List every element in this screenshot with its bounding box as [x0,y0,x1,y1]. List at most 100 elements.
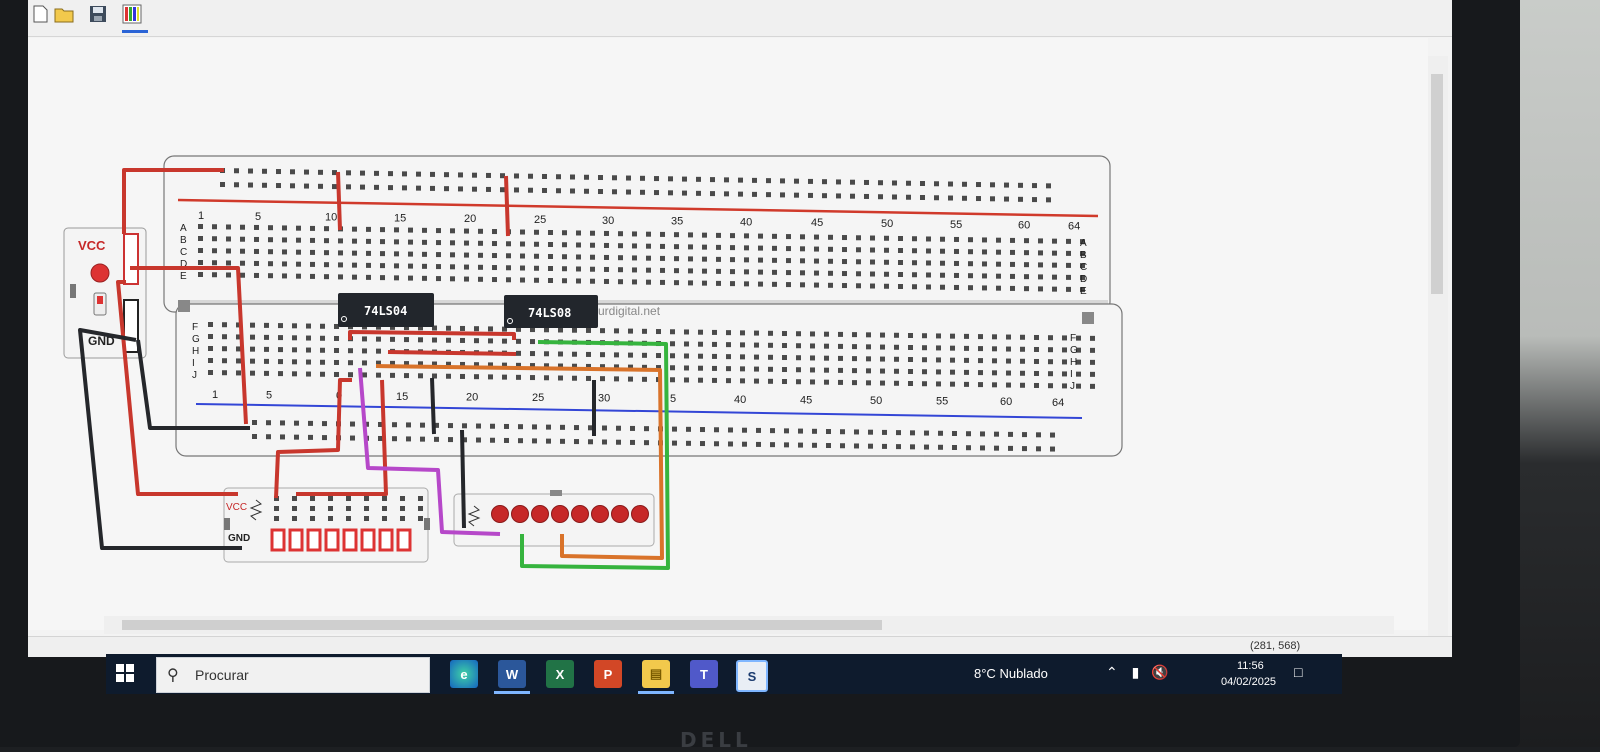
dip-switch[interactable] [396,528,412,552]
breadboard-hole [1006,334,1011,340]
weather-temp: 8°C [974,666,996,681]
edge-icon[interactable]: e [450,660,478,688]
column-number: 1 [212,389,218,401]
dip-switch[interactable] [306,528,322,552]
breadboard-hole [394,275,399,281]
file-explorer-icon[interactable]: ▤ [642,660,670,688]
breadboard-hole [486,186,491,192]
breadboard-hole [1024,250,1029,256]
breadboard-hole [544,351,549,357]
start-button[interactable] [114,662,140,688]
breadboard-hole [1052,238,1057,244]
breadboard-hole [724,191,729,197]
wire-black-1 [430,377,436,435]
save-icon[interactable] [86,2,110,26]
open-folder-icon[interactable] [52,2,76,26]
horizontal-scrollbar[interactable] [104,616,1394,634]
vertical-scrollbar-thumb[interactable] [1431,74,1443,294]
breadboard-hole [478,240,483,246]
clock-date[interactable]: 04/02/2025 [1221,676,1276,688]
taskbar-search[interactable]: ⚲ Procurar [156,657,430,693]
row-letter: G [1070,345,1078,356]
breadboard-hole [268,261,273,267]
column-number: 64 [1052,397,1064,409]
breadboard-hole [366,274,371,280]
breadboard-hole [422,251,427,257]
vertical-scrollbar[interactable] [1428,56,1448,646]
new-file-icon[interactable] [28,2,52,26]
simulator-window: 1 5 10 15 20 25 30 35 40 45 50 55 60 64 1 5 0 15 20 25 30 5 40… [28,0,1452,657]
simulator-icon[interactable]: S [736,660,768,692]
breadboard-hole [348,348,353,354]
breadboard-hole [882,429,887,435]
breadboard-hole [954,284,959,290]
dip-switch[interactable] [378,528,394,552]
breadboard-hole [532,424,537,430]
breadboard-hole [978,382,983,388]
clock-time[interactable]: 11:56 [1237,660,1264,672]
breadboard-hole [962,195,967,201]
weather-widget[interactable]: 8°C Nublado [974,666,1048,681]
dip-switch[interactable] [342,528,358,552]
breadboard-hole [280,434,285,440]
switch-hole [328,506,333,511]
breadboard-hole [702,280,707,286]
breadboard-hole [1048,371,1053,377]
components-palette-icon[interactable] [120,2,144,26]
breadboard-hole [668,176,673,182]
breadboard-hole [1048,383,1053,389]
breadboard-hole [576,266,581,272]
dip-switch[interactable] [288,528,304,552]
breadboard-hole [1046,197,1051,203]
breadboard-hole [632,255,637,261]
breadboard-hole [786,258,791,264]
column-number: 45 [811,217,823,229]
system-tray[interactable]: ⌃ ▮ 🔇 [1106,664,1169,681]
breadboard-hole [278,323,283,329]
breadboard-hole [518,438,523,444]
breadboard-hole [836,179,841,185]
battery-icon[interactable]: ▮ [1132,664,1140,680]
breadboard-hole [1004,196,1009,202]
breadboard-hole [264,358,269,364]
dip-switch[interactable] [324,528,340,552]
breadboard-hole [306,371,311,377]
mute-speaker-icon[interactable]: 🔇 [1151,664,1168,680]
powerpoint-icon[interactable]: P [594,660,622,688]
breadboard-hole [534,241,539,247]
dip-switch[interactable] [270,528,286,552]
chevron-up-icon[interactable]: ⌃ [1106,664,1118,680]
breadboard-hole [320,359,325,365]
excel-icon[interactable]: X [546,660,574,688]
breadboard-hole [460,325,465,331]
breadboard-hole [618,279,623,285]
breadboard-hole [758,269,763,275]
column-number: 45 [800,394,812,406]
breadboard-hole [534,229,539,235]
breadboard-hole [892,180,897,186]
breadboard-hole [292,371,297,377]
breadboard-hole [264,334,269,340]
breadboard-hole [408,263,413,269]
notification-icon[interactable]: □ [1294,664,1314,684]
breadboard-hole [590,278,595,284]
breadboard-hole [992,334,997,340]
breadboard-hole [826,429,831,435]
breadboard-hole [868,429,873,435]
breadboard-hole [990,196,995,202]
breadboard-hole [1034,334,1039,340]
breadboard-hole [436,264,441,270]
horizontal-scrollbar-thumb[interactable] [122,620,882,630]
breadboard-hole [520,253,525,259]
breadboard-hole [898,284,903,289]
word-icon[interactable]: W [498,660,526,688]
dip-switch[interactable] [360,528,376,552]
circuit-canvas[interactable]: 1 5 10 15 20 25 30 35 40 45 50 55 60 64 1 5 0 15 20 25 30 5 40… [28,38,1428,630]
switch-hole [418,516,423,521]
breadboard-hole [450,252,455,258]
chip-74ls08[interactable]: 74LS08 [504,295,598,328]
chip-74ls04[interactable]: 74LS04 [338,293,434,327]
breadboard-hole [296,249,301,255]
breadboard-hole [934,195,939,201]
teams-icon[interactable]: T [690,660,718,688]
